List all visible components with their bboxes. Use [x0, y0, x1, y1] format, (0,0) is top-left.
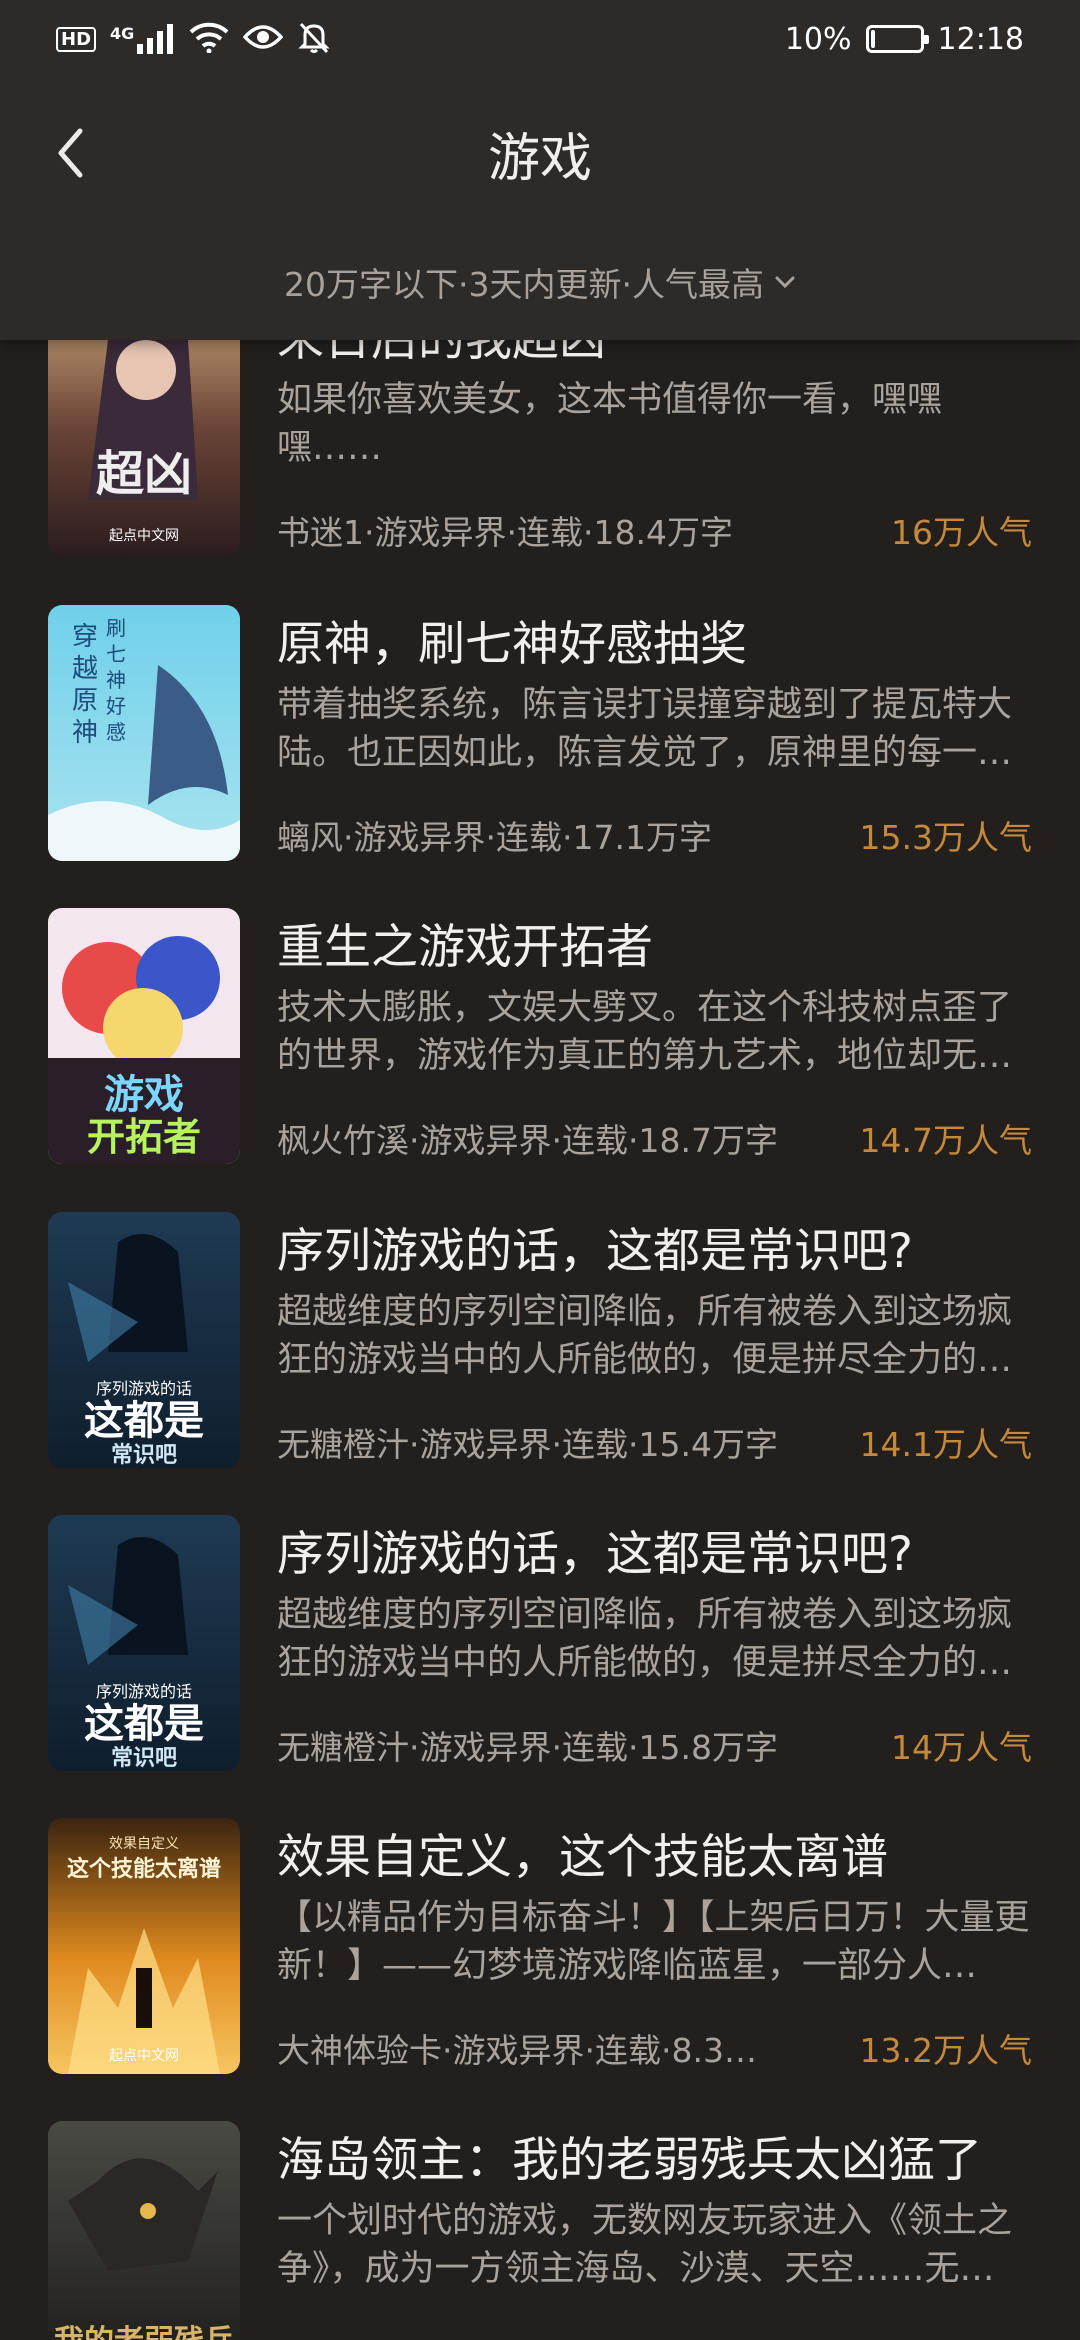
- book-item[interactable]: 序列游戏的话 这都是 常识吧 序列游戏的话，这都是常识吧? 超越维度的序列空间降…: [0, 1515, 1080, 1818]
- book-item[interactable]: 游戏 开拓者 重生之游戏开拓者 技术大膨胀，文娱大劈叉。在这个科技树点歪了的世界…: [0, 908, 1080, 1211]
- svg-text:我的老弱残兵: 我的老弱残兵: [54, 2324, 234, 2340]
- svg-text:好: 好: [106, 694, 126, 718]
- svg-text:越: 越: [72, 654, 98, 684]
- hd-icon: HD: [56, 26, 97, 52]
- book-meta: 无糖橙汁·游戏异界·连载·15.8万字: [277, 1728, 778, 1767]
- filter-dropdown[interactable]: 20万字以下·3天内更新·人气最高: [0, 258, 1080, 306]
- book-item[interactable]: 序列游戏的话 这都是 常识吧 序列游戏的话，这都是常识吧? 超越维度的序列空间降…: [0, 1212, 1080, 1515]
- header: 游戏 20万字以下·3天内更新·人气最高: [0, 78, 1080, 340]
- book-cover: 游戏 开拓者: [48, 908, 240, 1164]
- book-popularity: 14.1万人气: [859, 1425, 1032, 1464]
- svg-text:刷: 刷: [106, 616, 126, 640]
- book-description: 技术大膨胀，文娱大劈叉。在这个科技树点歪了的世界，游戏作为真正的第九艺术，地位却…: [277, 988, 1013, 1076]
- book-description: 一个划时代的游戏，无数网友玩家进入《领土之争》，成为一方领主海岛、沙漠、天空………: [277, 2201, 1013, 2289]
- book-cover: 穿 越 原 神 刷 七 神 好 感: [48, 605, 240, 861]
- eye-icon: [242, 23, 284, 55]
- book-cover: 序列游戏的话 这都是 常识吧: [48, 1212, 240, 1468]
- svg-text:穿: 穿: [72, 622, 98, 652]
- book-cover: 效果自定义 这个技能太离谱 起点中文网: [48, 1818, 240, 2074]
- book-cover: 序列游戏的话 这都是 常识吧: [48, 1515, 240, 1771]
- svg-text:神: 神: [72, 718, 98, 748]
- svg-text:这都是: 这都是: [84, 1398, 204, 1444]
- book-description: 如果你喜欢美女，这本书值得你一看，嘿嘿嘿……: [277, 380, 943, 468]
- book-popularity: 14.7万人气: [859, 1121, 1032, 1160]
- book-title: 序列游戏的话，这都是常识吧?: [277, 1527, 913, 1582]
- svg-text:序列游戏的话: 序列游戏的话: [96, 1379, 192, 1398]
- svg-text:原: 原: [72, 686, 98, 716]
- book-popularity: 13.2万人气: [859, 2031, 1032, 2070]
- book-description: 【以精品作为目标奋斗！】【上架后日万！大量更新！】——幻梦境游戏降临蓝星，一部分…: [277, 1898, 1030, 1986]
- svg-text:序列游戏的话: 序列游戏的话: [96, 1682, 192, 1701]
- book-meta: 大神体验卡·游戏异界·连载·8.3…: [277, 2031, 757, 2070]
- svg-text:开拓者: 开拓者: [87, 1115, 201, 1159]
- book-popularity: 15.3万人气: [859, 818, 1032, 857]
- book-description: 带着抽奖系统，陈言误打误撞穿越到了提瓦特大陆。也正因如此，陈言发觉了，原神里的每…: [277, 685, 1013, 773]
- svg-text:常识吧: 常识吧: [111, 1745, 177, 1771]
- book-item[interactable]: 我的老弱残兵 海岛领主：我的老弱残兵太凶猛了 一个划时代的游戏，无数网友玩家进入…: [0, 2121, 1080, 2340]
- book-cover: 我的老弱残兵: [48, 2121, 240, 2340]
- book-title: 重生之游戏开拓者: [277, 920, 653, 975]
- book-meta: 枫火竹溪·游戏异界·连载·18.7万字: [277, 1121, 778, 1160]
- book-description: 超越维度的序列空间降临，所有被卷入到这场疯狂的游戏当中的人所能做的，便是拼尽全力…: [277, 1292, 1013, 1380]
- book-meta: 书迷1·游戏异界·连载·18.4万字: [277, 513, 733, 552]
- svg-text:效果自定义: 效果自定义: [109, 1836, 179, 1852]
- book-item[interactable]: 效果自定义 这个技能太离谱 起点中文网 效果自定义，这个技能太离谱 【以精品作为…: [0, 1818, 1080, 2121]
- wifi-icon: [189, 21, 229, 57]
- book-title: 序列游戏的话，这都是常识吧?: [277, 1224, 913, 1279]
- svg-text:神: 神: [106, 668, 126, 692]
- svg-text:常识吧: 常识吧: [111, 1442, 177, 1468]
- svg-text:起点中文网: 起点中文网: [109, 2048, 179, 2064]
- book-meta: 无糖橙汁·游戏异界·连载·15.4万字: [277, 1425, 778, 1464]
- chevron-down-icon: [775, 276, 795, 289]
- battery-icon: [865, 25, 929, 53]
- book-meta: 螭风·游戏异界·连载·17.1万字: [277, 818, 712, 857]
- book-item[interactable]: 穿 越 原 神 刷 七 神 好 感 原神，刷七神好感抽奖 带着抽奖系统，陈言误打…: [0, 605, 1080, 908]
- clock: 12:18: [937, 21, 1024, 57]
- book-popularity: 14万人气: [891, 1728, 1032, 1767]
- battery-percent: 10%: [784, 21, 852, 57]
- svg-text:超凶: 超凶: [96, 446, 192, 502]
- book-title: 效果自定义，这个技能太离谱: [277, 1830, 888, 1885]
- signal-icon: 4G: [110, 24, 175, 54]
- svg-text:七: 七: [106, 642, 126, 666]
- book-popularity: 16万人气: [891, 513, 1032, 552]
- book-item[interactable]: 超凶 起点中文网 末日后的我超凶 如果你喜欢美女，这本书值得你一看，嘿嘿嘿…… …: [0, 300, 1080, 603]
- svg-text:这都是: 这都是: [84, 1701, 204, 1747]
- book-title: 原神，刷七神好感抽奖: [277, 617, 747, 672]
- svg-text:感: 感: [106, 720, 126, 744]
- svg-text:游戏: 游戏: [104, 1072, 184, 1118]
- svg-text:这个技能太离谱: 这个技能太离谱: [67, 1856, 221, 1882]
- status-bar: HD 4G 10% 12:18: [0, 0, 1080, 78]
- book-description: 超越维度的序列空间降临，所有被卷入到这场疯狂的游戏当中的人所能做的，便是拼尽全力…: [277, 1595, 1013, 1683]
- filter-label: 20万字以下·3天内更新·人气最高: [284, 265, 764, 304]
- book-title: 海岛领主：我的老弱残兵太凶猛了: [277, 2133, 982, 2188]
- svg-text:起点中文网: 起点中文网: [109, 528, 179, 544]
- mute-bell-icon: [297, 20, 331, 58]
- page-title: 游戏: [487, 129, 592, 189]
